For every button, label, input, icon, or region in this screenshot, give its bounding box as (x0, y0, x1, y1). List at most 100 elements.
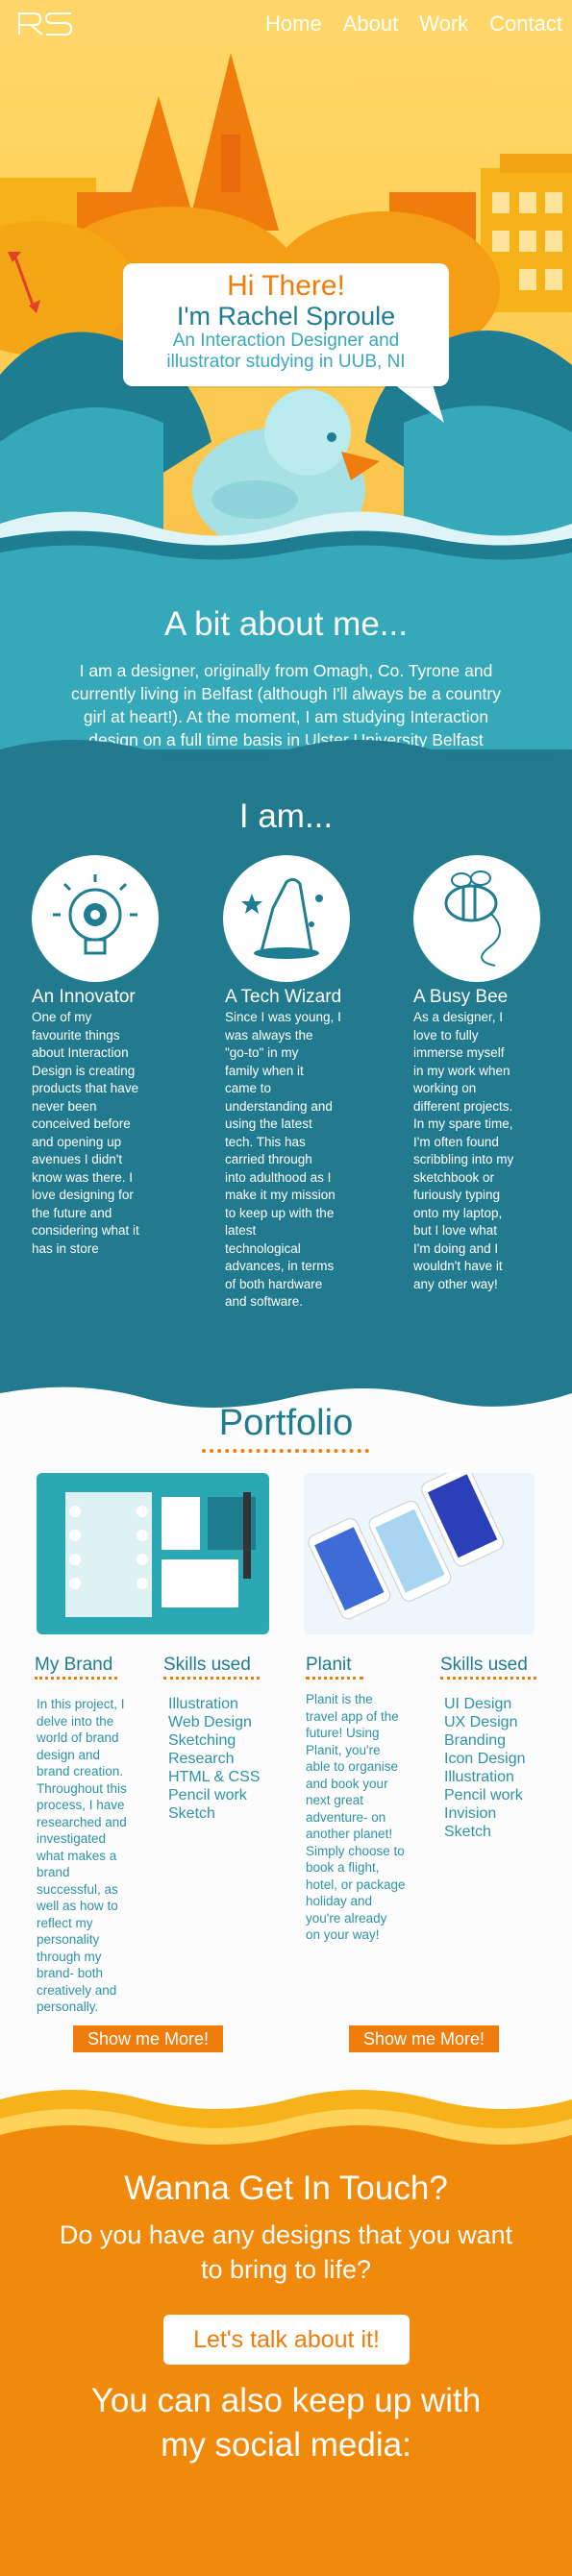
text-line: has in store (32, 1240, 99, 1256)
text-line: make it my mission (225, 1188, 336, 1202)
text-line: to keep up with the (225, 1205, 335, 1220)
text-line: holiday and (306, 1894, 373, 1908)
text-line: brand- both (37, 1966, 104, 1980)
skill-item: Illustration (168, 1696, 238, 1712)
text-line: conceived before (32, 1116, 131, 1131)
planit-skills-list: UI Design UX Design Branding Icon Design… (444, 1695, 526, 1841)
text-line: understanding and (225, 1098, 333, 1114)
social-heading: You can also keep up with my social medi… (19, 2379, 553, 2467)
text-line: personally. (37, 1999, 99, 2014)
text-line: hotel, or package (306, 1877, 406, 1892)
text-line: Do you have any designs that you want (59, 2220, 513, 2249)
planit-thumbnail[interactable] (304, 1473, 535, 1634)
text-line: products that have (32, 1081, 139, 1095)
my-brand-show-more-button[interactable]: Show me More! (73, 2025, 223, 2052)
planit-show-more-button[interactable]: Show me More! (349, 2025, 499, 2052)
text-line: technological (225, 1240, 301, 1256)
text-line: and software. (225, 1294, 304, 1309)
skill-item: Research (168, 1751, 235, 1767)
text-line: able to organise (306, 1759, 399, 1774)
nav-home-link[interactable]: Home (265, 12, 322, 37)
portfolio-section: Portfolio My Brand Skills used In this p… (0, 1374, 572, 2075)
nav-work-link[interactable]: Work (419, 12, 468, 37)
text-line: In this project, I (37, 1697, 125, 1711)
text-line: future! Using (306, 1726, 380, 1740)
my-brand-title: My Brand (35, 1655, 113, 1675)
skill-item: UI Design (444, 1696, 512, 1712)
text-line: book a flight, (306, 1860, 380, 1875)
text-line: onto my laptop, (413, 1205, 503, 1220)
text-line: "go-to" in my (225, 1045, 299, 1060)
text-line: to bring to life? (200, 2255, 372, 2284)
skill-item: Sketch (444, 1824, 491, 1840)
skill-item: Web Design (168, 1714, 252, 1730)
text-line: never been (32, 1098, 97, 1114)
tech-wizard-text: Since I was young, I was always the "go-… (225, 1009, 360, 1312)
hero-name: I'm Rachel Sproule (176, 302, 396, 331)
text-line: wouldn't have it (413, 1259, 503, 1273)
about-line: girl at heart!). At the moment, I am stu… (83, 707, 489, 726)
text-line: Simply choose to (306, 1843, 405, 1858)
about-line: currently living in Belfast (although I'… (71, 684, 501, 703)
planit-skills-title: Skills used (440, 1655, 528, 1675)
hero-subtitle-line2: illustrator studying in UUB, NI (166, 352, 406, 372)
text-line: Since I was young, I (225, 1010, 341, 1024)
text-line: tech. This has (225, 1134, 306, 1149)
skill-item: UX Design (444, 1714, 518, 1730)
text-line: another planet! (306, 1827, 393, 1841)
contact-cta-button[interactable]: Let's talk about it! (163, 2315, 410, 2365)
text-line: investigated (37, 1831, 107, 1846)
wave-divider (0, 2075, 572, 2162)
text-line: In my spare time, (413, 1116, 513, 1131)
text-line: I'm often found (413, 1134, 499, 1149)
my-brand-description: In this project, I delve into the world … (37, 1696, 157, 2016)
top-nav: Home About Work Contact (0, 0, 572, 54)
planit-description: Planit is the travel app of the future! … (306, 1691, 429, 1944)
text-line: know was there. I (32, 1169, 134, 1185)
text-line: was always the (225, 1027, 313, 1043)
hero-greeting: Hi There! (227, 270, 345, 302)
title-underline (163, 1677, 260, 1680)
text-line: I'm doing and I (413, 1240, 499, 1256)
text-line: advances, in terms (225, 1259, 335, 1273)
my-brand-thumbnail[interactable] (37, 1473, 269, 1634)
heading-underline (202, 1449, 369, 1453)
my-brand-skills-title: Skills used (163, 1655, 251, 1675)
text-line: As a designer, I (413, 1010, 504, 1024)
nav-contact-link[interactable]: Contact (489, 12, 562, 37)
skill-item: Pencil work (168, 1787, 247, 1803)
text-line: immerse myself (413, 1045, 505, 1060)
skill-item: Icon Design (444, 1751, 526, 1767)
text-line: personality (37, 1932, 100, 1947)
nav-about-link[interactable]: About (343, 12, 399, 37)
text-line: travel app of the (306, 1708, 399, 1724)
about-heading: A bit about me... (164, 605, 408, 643)
text-line: love to fully (413, 1027, 479, 1043)
skill-item: Pencil work (444, 1787, 523, 1803)
title-underline (35, 1677, 117, 1680)
busy-bee-text: As a designer, I love to fully immerse m… (413, 1009, 548, 1293)
text-line: love designing for (32, 1188, 134, 1202)
text-line: Planit is the (306, 1692, 373, 1706)
contact-heading: Wanna Get In Touch? (124, 2170, 448, 2207)
nav-links: Home About Work Contact (265, 12, 562, 37)
text-line: and opening up (32, 1134, 122, 1149)
skill-item: Branding (444, 1732, 507, 1749)
skill-item: Sketch (168, 1805, 215, 1822)
text-line: in my work when (413, 1063, 510, 1078)
text-line: Throughout this (37, 1780, 127, 1796)
text-line: into adulthood as I (225, 1169, 332, 1185)
text-line: researched and (37, 1814, 127, 1829)
text-line: sketchbook or (413, 1169, 495, 1185)
i-am-section: I am... An Innovator One of my favourite… (0, 740, 572, 1384)
text-line: creatively and (37, 1982, 117, 1998)
text-line: adventure- on (306, 1809, 386, 1825)
text-line: you're already (306, 1910, 387, 1926)
title-underline (306, 1677, 363, 1680)
tech-wizard-badge (223, 855, 350, 982)
text-line: carried through (225, 1152, 312, 1166)
text-line: You can also keep up with (90, 2382, 482, 2419)
contact-subtitle: Do you have any designs that you want to… (19, 2218, 553, 2287)
text-line: considering what it (32, 1223, 139, 1238)
rs-logo-icon[interactable] (17, 10, 75, 37)
